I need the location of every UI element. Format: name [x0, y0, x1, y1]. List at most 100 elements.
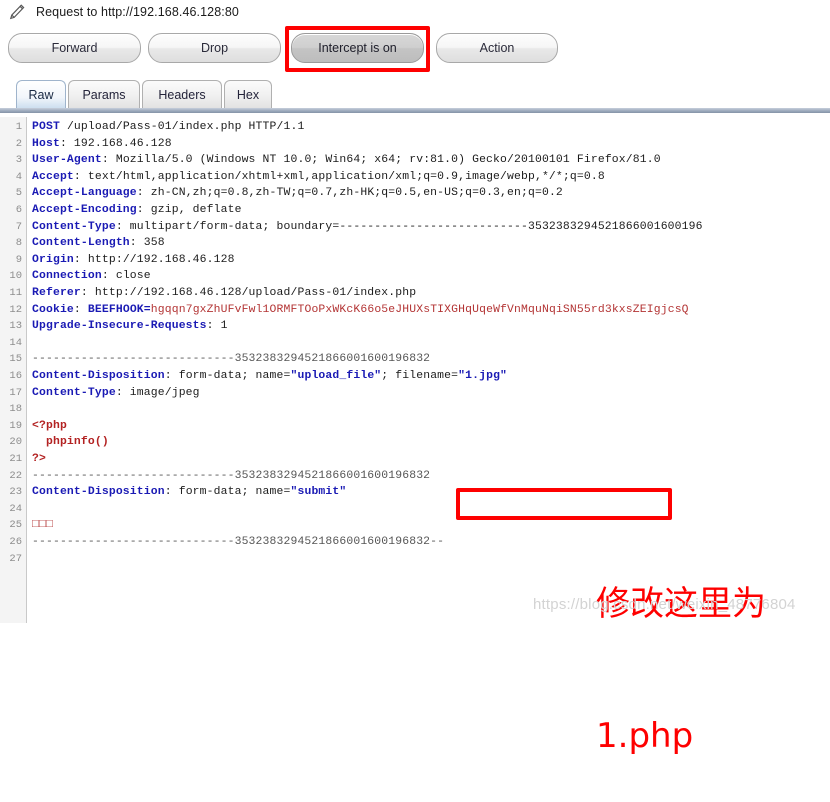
header-separator: :	[73, 303, 88, 316]
intercept-toggle-button[interactable]: Intercept is on	[291, 33, 424, 63]
cookie-name: BEEFHOOK=	[87, 303, 151, 316]
header-content-length: Content-Length: 358	[32, 237, 165, 249]
part-content-type: Content-Type: image/jpeg	[32, 387, 200, 399]
line-number: 12	[9, 303, 22, 316]
header-value: : zh-CN,zh;q=0.8,zh-TW;q=0.7,zh-HK;q=0.5…	[136, 187, 563, 200]
header-value: : 192.168.46.128	[59, 137, 172, 150]
header-name: Content-Disposition	[32, 486, 165, 499]
intercept-toolbar: Forward Drop Intercept is on Action	[0, 28, 830, 72]
forward-button[interactable]: Forward	[8, 33, 141, 63]
header-name: Cookie	[32, 303, 74, 316]
header-name: Referer	[32, 287, 81, 299]
message-tabs: Raw Params Headers Hex	[0, 76, 830, 116]
tab-hex[interactable]: Hex	[224, 80, 272, 108]
header-cookie: Cookie: BEEFHOOK=hgqqn7gxZhUFvFwl1ORMFTO…	[32, 304, 689, 316]
header-upgrade-insecure-requests: Upgrade-Insecure-Requests: 1	[32, 320, 228, 332]
content-disposition-upload-file: Content-Disposition: form-data; name="up…	[32, 370, 507, 382]
drop-button[interactable]: Drop	[148, 33, 281, 63]
request-target: /upload/Pass-01/index.php HTTP/1.1	[59, 121, 305, 133]
tab-params[interactable]: Params	[68, 80, 140, 108]
line-number: 20	[9, 436, 22, 449]
line-number: 18	[9, 403, 22, 416]
header-value: : close	[101, 270, 151, 283]
line-number: 3	[15, 154, 22, 167]
page-title: Request to http://192.168.46.128:80	[36, 5, 239, 19]
header-name: Content-Length	[32, 237, 130, 250]
header-accept-language: Accept-Language: zh-CN,zh;q=0.8,zh-TW;q=…	[32, 187, 563, 199]
multipart-boundary-end: -----------------------------35323832945…	[32, 536, 445, 548]
header-content-type: Content-Type: multipart/form-data; bound…	[32, 221, 703, 233]
header-name: Host	[32, 137, 60, 150]
line-number: 7	[15, 220, 22, 233]
pencil-icon	[9, 4, 25, 20]
header-name: Connection	[32, 270, 102, 283]
multipart-boundary-2: -----------------------------35323832945…	[32, 469, 431, 482]
header-value: : http://192.168.46.128	[73, 253, 235, 266]
header-host: Host: 192.168.46.128	[32, 138, 172, 150]
php-open-tag: <?php	[32, 419, 67, 432]
header-name: Accept-Language	[32, 187, 137, 200]
line-number: 6	[15, 204, 22, 216]
filename-highlight-box	[456, 488, 672, 520]
header-connection: Connection: close	[32, 270, 151, 282]
line-number: 4	[15, 170, 22, 183]
line-number: 17	[9, 386, 22, 399]
line-number: 10	[9, 270, 22, 283]
header-value: : form-data; name=	[164, 370, 291, 382]
line-number: 23	[9, 486, 22, 499]
header-value: : 1	[206, 320, 228, 333]
submit-button-value: □□□	[32, 519, 53, 532]
annotation-line-2: 1.php	[596, 716, 694, 756]
tab-raw[interactable]: Raw	[16, 80, 66, 108]
tab-underline	[0, 108, 830, 113]
line-number: 25	[9, 519, 22, 532]
filename-value[interactable]: "1.jpg"	[458, 370, 507, 382]
header-value: : image/jpeg	[115, 386, 200, 399]
cookie-value: hgqqn7gxZhUFvFwl1ORMFTOoPxWKcK66o5eJHUXs…	[150, 303, 689, 316]
window-titlebar: Request to http://192.168.46.128:80	[0, 0, 830, 24]
filename-label: ; filename=	[381, 370, 459, 382]
line-number: 15	[9, 353, 22, 366]
header-accept-encoding: Accept-Encoding: gzip, deflate	[32, 204, 242, 216]
line-number: 9	[15, 253, 22, 266]
line-number: 13	[9, 320, 22, 333]
header-origin: Origin: http://192.168.46.128	[32, 254, 235, 266]
header-value: : gzip, deflate	[136, 204, 242, 216]
header-user-agent: User-Agent: Mozilla/5.0 (Windows NT 10.0…	[32, 154, 661, 166]
http-method: POST	[32, 121, 60, 133]
line-number: 14	[9, 336, 22, 349]
line-number: 5	[15, 187, 22, 200]
line-number: 16	[9, 370, 22, 382]
php-close-tag: ?>	[32, 453, 46, 465]
header-name: Content-Type	[32, 386, 116, 399]
line-number: 1	[15, 121, 22, 133]
action-button[interactable]: Action	[436, 33, 558, 63]
multipart-boundary-1: -----------------------------35323832945…	[32, 353, 431, 366]
line-number: 21	[9, 453, 22, 465]
header-value: : multipart/form-data; boundary=--------…	[115, 220, 703, 233]
line-number: 8	[15, 237, 22, 250]
raw-request-editor[interactable]: 1 2 3 4 5 6 7 8 9 10 11 12 13 14 15 16 17 18 19 20 21 22 23 24 2…	[0, 117, 830, 623]
header-value: : form-data; name=	[164, 486, 291, 499]
field-name-value: "submit"	[290, 486, 347, 499]
header-value: : http://192.168.46.128/upload/Pass-01/i…	[80, 287, 417, 299]
header-name: Accept	[32, 170, 74, 183]
header-value: : 358	[129, 237, 165, 250]
header-accept: Accept: text/html,application/xhtml+xml,…	[32, 171, 605, 183]
field-name-value: "upload_file"	[290, 370, 382, 382]
header-name: Content-Disposition	[32, 370, 165, 382]
tab-headers[interactable]: Headers	[142, 80, 222, 108]
header-name: Upgrade-Insecure-Requests	[32, 320, 207, 333]
line-number-gutter: 1 2 3 4 5 6 7 8 9 10 11 12 13 14 15 16 17 18 19 20 21 22 23 24 2…	[0, 117, 27, 623]
line-number: 2	[15, 137, 22, 150]
header-name: Accept-Encoding	[32, 204, 137, 216]
header-name: User-Agent	[32, 154, 102, 167]
line-number: 27	[9, 552, 22, 565]
header-name: Content-Type	[32, 220, 116, 233]
line-number: 26	[9, 536, 22, 548]
content-disposition-submit: Content-Disposition: form-data; name="su…	[32, 486, 346, 498]
php-phpinfo-call: phpinfo()	[32, 436, 109, 449]
line-number: 11	[9, 287, 22, 299]
line-number: 22	[9, 469, 22, 482]
line-number: 19	[9, 419, 22, 432]
